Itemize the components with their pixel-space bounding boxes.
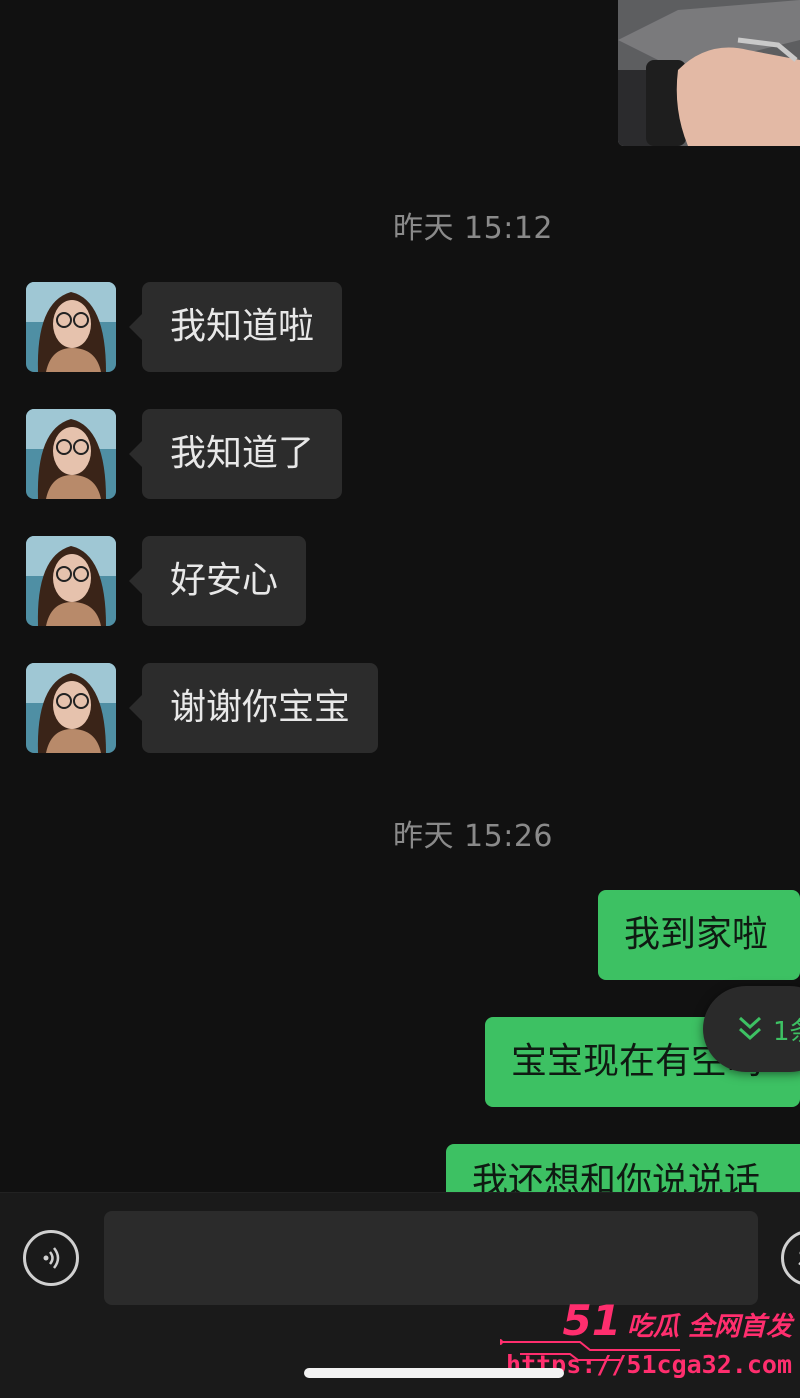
emoji-button[interactable] (781, 1230, 800, 1286)
watermark-brand-text: 吃瓜 全网首发 (627, 1312, 792, 1342)
timestamp: 昨天 15:12 (0, 203, 800, 247)
home-indicator[interactable] (304, 1368, 564, 1378)
incoming-message-bubble[interactable]: 我知道啦 (142, 282, 342, 372)
incoming-message-bubble[interactable]: 我知道了 (142, 409, 342, 499)
watermark-brand-number: 51 (562, 1296, 620, 1345)
contact-avatar[interactable] (26, 409, 116, 499)
photo-message-thumbnail[interactable] (618, 0, 800, 146)
emoji-icon (784, 1233, 800, 1283)
contact-avatar[interactable] (26, 282, 116, 372)
incoming-message-bubble[interactable]: 谢谢你宝宝 (142, 663, 378, 753)
message-text-input[interactable] (104, 1211, 758, 1305)
voice-icon (37, 1244, 65, 1272)
timestamp: 昨天 15:26 (0, 811, 800, 855)
incoming-message-bubble[interactable]: 好安心 (142, 536, 306, 626)
double-chevron-down-icon (737, 1015, 763, 1043)
new-message-indicator[interactable]: 1条 (703, 986, 800, 1072)
voice-button[interactable] (23, 1230, 79, 1286)
contact-avatar[interactable] (26, 663, 116, 753)
new-message-count: 1条 (773, 1011, 800, 1048)
outgoing-message-bubble[interactable]: 我到家啦 (598, 890, 800, 980)
watermark-brand: 51吃瓜 全网首发 (562, 1296, 792, 1345)
contact-avatar[interactable] (26, 536, 116, 626)
outgoing-message-bubble[interactable]: 我还想和你说说话 (446, 1144, 800, 1192)
